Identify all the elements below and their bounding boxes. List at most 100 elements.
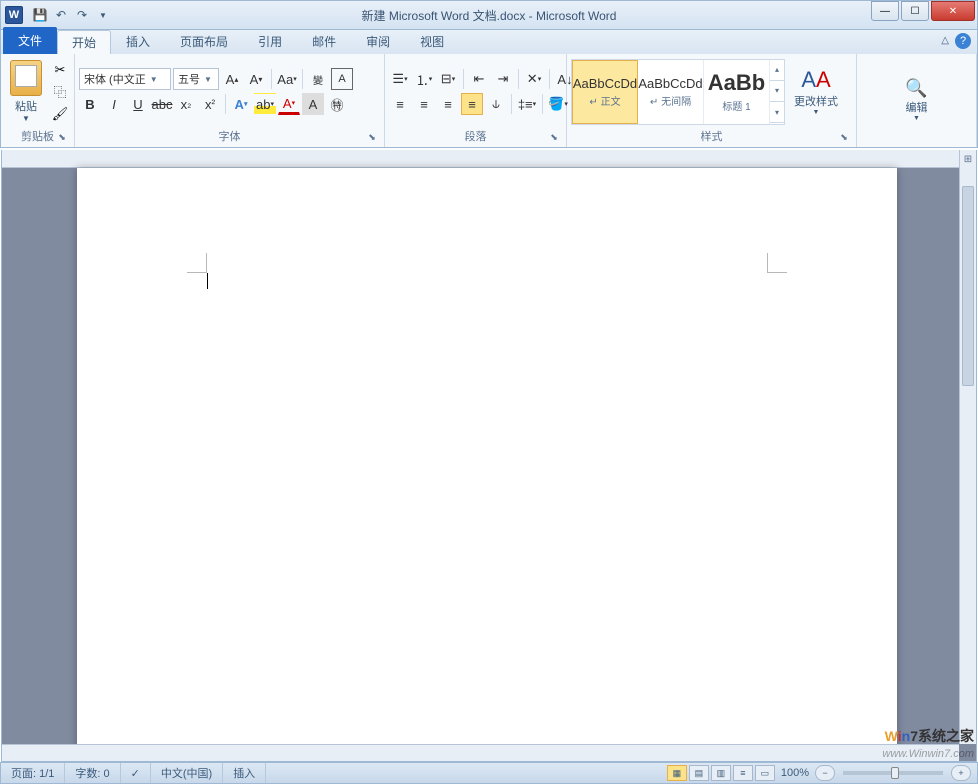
bold-button[interactable]: B — [79, 93, 101, 115]
view-outline-icon[interactable]: ≡ — [733, 765, 753, 781]
font-size-combo[interactable]: 五号▼ — [173, 68, 219, 90]
align-left-icon[interactable]: ≡ — [389, 93, 411, 115]
asian-layout-icon[interactable]: ✕▾ — [523, 68, 545, 90]
font-name-combo[interactable]: 宋体 (中文正▼ — [79, 68, 171, 90]
dialog-launcher-icon[interactable]: ⬊ — [838, 132, 850, 144]
view-fullscreen-icon[interactable]: ▤ — [689, 765, 709, 781]
superscript-icon[interactable]: x² — [199, 93, 221, 115]
window-title: 新建 Microsoft Word 文档.docx - Microsoft Wo… — [362, 7, 617, 24]
line-spacing-icon[interactable]: ‡≡▾ — [516, 93, 538, 115]
qat-dropdown-icon[interactable]: ▼ — [94, 6, 112, 24]
scroll-down-icon[interactable]: ▾ — [770, 81, 784, 102]
zoom-thumb[interactable] — [891, 767, 899, 779]
strikethrough-icon[interactable]: abc — [151, 93, 173, 115]
status-insert-mode[interactable]: 插入 — [223, 763, 266, 783]
zoom-in-icon[interactable]: + — [951, 765, 971, 781]
dialog-launcher-icon[interactable]: ⬊ — [548, 132, 560, 144]
minimize-button[interactable]: — — [871, 1, 899, 21]
font-color-icon[interactable]: A▾ — [278, 93, 300, 115]
distribute-icon[interactable]: ⫝ — [485, 93, 507, 115]
shading-icon[interactable]: 🪣▾ — [547, 93, 569, 115]
ruler-toggle-icon[interactable]: ⊞ — [959, 150, 976, 168]
numbering-icon[interactable]: ⒈▾ — [413, 68, 435, 90]
multilevel-icon[interactable]: ⊟▾ — [437, 68, 459, 90]
view-draft-icon[interactable]: ▭ — [755, 765, 775, 781]
group-font: 宋体 (中文正▼ 五号▼ A▴ A▾ Aa▾ 變 A B I U abc x₂ — [75, 54, 385, 147]
maximize-button[interactable]: ☐ — [901, 1, 929, 21]
clipboard-icon — [10, 60, 42, 96]
format-painter-icon[interactable]: 🖌 — [51, 105, 69, 123]
tab-view[interactable]: 视图 — [405, 29, 459, 54]
subscript-icon[interactable]: x₂ — [175, 93, 197, 115]
ribbon: 粘贴 ▼ ✂ ⿻ 🖌 剪贴板⬊ 宋体 (中文正▼ 五号▼ A▴ A▾ Aa▾ — [0, 54, 978, 148]
save-icon[interactable]: 💾 — [31, 6, 49, 24]
find-button[interactable]: 🔍 编辑 ▼ — [892, 78, 942, 122]
copy-icon[interactable]: ⿻ — [51, 83, 69, 101]
help-icon[interactable]: ? — [955, 33, 971, 49]
grow-font-icon[interactable]: A▴ — [221, 68, 243, 90]
watermark-logo: Win7系统之家 — [885, 726, 974, 746]
close-button[interactable]: ✕ — [931, 1, 975, 21]
app-icon: W — [5, 6, 23, 24]
align-justify-icon[interactable]: ≡ — [461, 93, 483, 115]
shrink-font-icon[interactable]: A▾ — [245, 68, 267, 90]
style-preview: AaBb — [708, 70, 765, 96]
status-proofing-icon[interactable]: ✓ — [121, 763, 151, 783]
horizontal-ruler[interactable] — [2, 150, 959, 168]
text-effects-icon[interactable]: A▾ — [230, 93, 252, 115]
bullets-icon[interactable]: ☰▾ — [389, 68, 411, 90]
zoom-slider[interactable] — [843, 771, 943, 775]
cut-icon[interactable]: ✂ — [51, 61, 69, 79]
enclose-char-icon[interactable]: ㊕ — [326, 93, 348, 115]
editing-label: 编辑 — [906, 99, 928, 115]
scroll-up-icon[interactable]: ▴ — [770, 60, 784, 81]
change-case-icon[interactable]: Aa▾ — [276, 68, 298, 90]
status-page[interactable]: 页面: 1/1 — [1, 763, 65, 783]
char-border-icon[interactable]: A — [331, 68, 353, 90]
margin-marker — [767, 253, 787, 273]
tab-mailings[interactable]: 邮件 — [297, 29, 351, 54]
style-preview: AaBbCcDd — [573, 76, 637, 91]
gallery-more-icon[interactable]: ▾ — [770, 102, 784, 123]
view-print-layout-icon[interactable]: ▦ — [667, 765, 687, 781]
vertical-scrollbar[interactable] — [959, 168, 976, 744]
highlight-icon[interactable]: ab▾ — [254, 93, 276, 115]
paste-button[interactable]: 粘贴 ▼ — [5, 60, 47, 123]
style-nospacing[interactable]: AaBbCcDd ↵ 无间隔 — [638, 60, 704, 124]
indent-decrease-icon[interactable]: ⇤ — [468, 68, 490, 90]
align-center-icon[interactable]: ≡ — [413, 93, 435, 115]
group-label-clipboard: 剪贴板⬊ — [5, 126, 70, 146]
document-page[interactable] — [77, 168, 897, 762]
view-web-icon[interactable]: ▥ — [711, 765, 731, 781]
scrollbar-thumb[interactable] — [962, 186, 974, 386]
zoom-out-icon[interactable]: − — [815, 765, 835, 781]
undo-icon[interactable]: ↶ — [52, 6, 70, 24]
dialog-launcher-icon[interactable]: ⬊ — [56, 132, 68, 144]
chevron-down-icon: ▼ — [913, 115, 920, 122]
tab-layout[interactable]: 页面布局 — [165, 29, 243, 54]
style-normal[interactable]: AaBbCcDd ↵ 正文 — [572, 60, 638, 124]
style-heading1[interactable]: AaBb 标题 1 — [704, 60, 770, 124]
dialog-launcher-icon[interactable]: ⬊ — [366, 132, 378, 144]
tab-review[interactable]: 审阅 — [351, 29, 405, 54]
underline-button[interactable]: U — [127, 93, 149, 115]
status-language[interactable]: 中文(中国) — [151, 763, 223, 783]
change-styles-button[interactable]: AA 更改样式 ▼ — [791, 67, 841, 116]
tab-references[interactable]: 引用 — [243, 29, 297, 54]
status-zoom[interactable]: 100% — [781, 767, 809, 779]
tab-home[interactable]: 开始 — [57, 30, 111, 54]
char-shading-icon[interactable]: A — [302, 93, 324, 115]
tab-insert[interactable]: 插入 — [111, 29, 165, 54]
horizontal-scrollbar[interactable] — [2, 744, 959, 761]
tab-file[interactable]: 文件 — [3, 27, 57, 54]
indent-increase-icon[interactable]: ⇥ — [492, 68, 514, 90]
align-right-icon[interactable]: ≡ — [437, 93, 459, 115]
minimize-ribbon-icon[interactable]: △ — [941, 35, 949, 46]
status-words[interactable]: 字数: 0 — [65, 763, 120, 783]
quick-access-toolbar: 💾 ↶ ↷ ▼ — [31, 6, 112, 24]
phonetic-guide-icon[interactable]: 變 — [307, 68, 329, 90]
margin-marker — [187, 253, 207, 273]
italic-button[interactable]: I — [103, 93, 125, 115]
redo-icon[interactable]: ↷ — [73, 6, 91, 24]
ribbon-tabs: 文件 开始 插入 页面布局 引用 邮件 审阅 视图 △ ? — [0, 30, 978, 54]
